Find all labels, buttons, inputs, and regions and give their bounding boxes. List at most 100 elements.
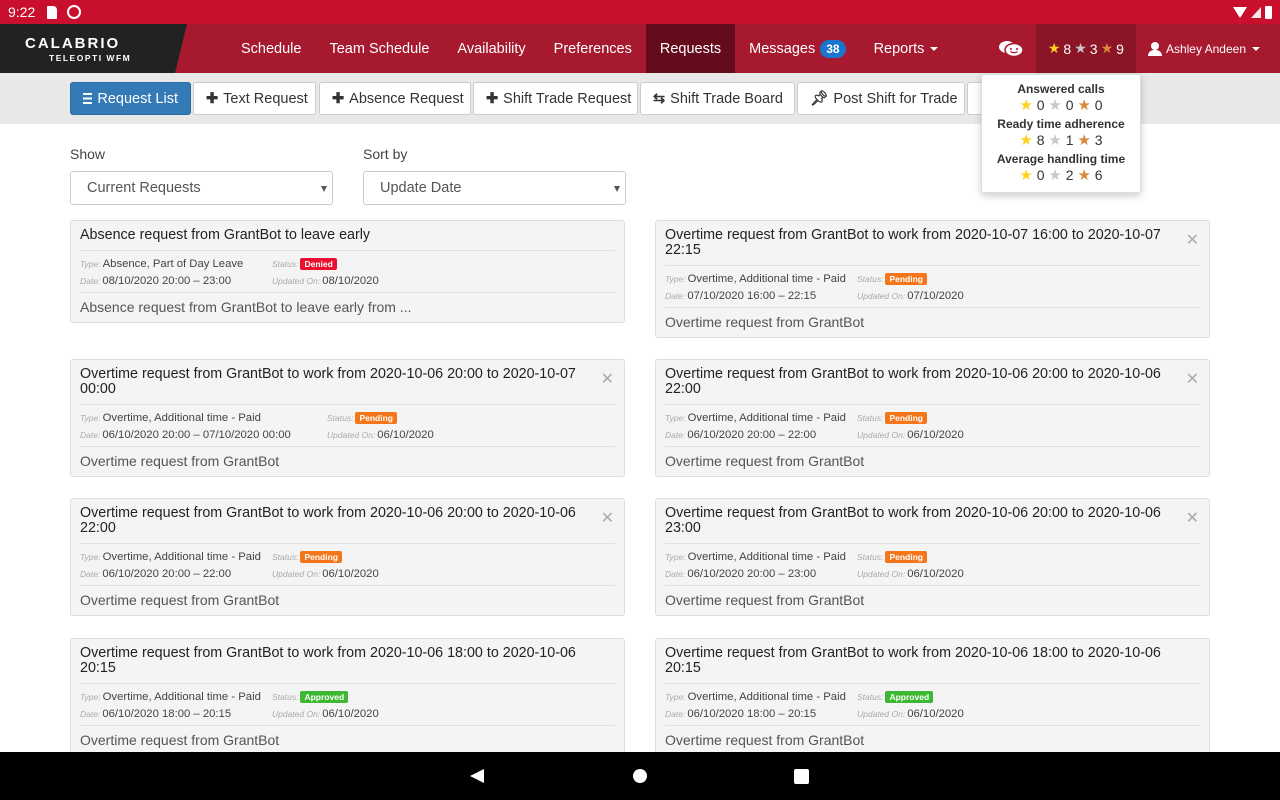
date-label: Date: [80, 568, 101, 579]
button-label: Post Shift for Trade [833, 90, 958, 107]
nav-reports[interactable]: Reports [860, 24, 953, 73]
popover-section-title: Average handling time [996, 152, 1126, 166]
close-icon[interactable]: ✕ [601, 369, 614, 389]
user-name: Ashley Andeen [1165, 41, 1246, 56]
request-meta: Type: Overtime, Additional time - Paid Sta… [665, 405, 1200, 447]
request-meta: Type: Overtime, Additional time - Paid Sta… [80, 544, 615, 586]
close-icon[interactable]: ✕ [601, 508, 614, 528]
button-label: Shift Trade Board [670, 90, 783, 107]
request-message: Overtime request from GrantBot [665, 592, 865, 608]
request-list-button[interactable]: Request List [70, 82, 191, 115]
nav-requests[interactable]: Requests [645, 24, 736, 73]
updated-on-label: Updated On: [272, 275, 321, 286]
nav-messages[interactable]: Messages 38 [735, 24, 859, 73]
request-card[interactable]: Overtime request from GrantBot to work f… [655, 498, 1210, 616]
brand-logo[interactable]: CALABRIO TELEOPTI WFM [0, 24, 187, 73]
home-icon[interactable] [633, 769, 647, 783]
nav-schedule[interactable]: Schedule [227, 24, 315, 73]
request-meta: Type: Absence, Part of Day Leave Status: De… [80, 251, 615, 293]
status-badge: Approved [885, 690, 934, 703]
recent-apps-icon[interactable] [794, 769, 809, 784]
android-navigation-bar [0, 752, 1280, 800]
shift-trade-board-button[interactable]: ⇆ Shift Trade Board [640, 82, 795, 115]
show-select[interactable]: Current Requests [70, 171, 333, 205]
plus-icon: ✚ [486, 90, 499, 107]
type-label: Type: [665, 412, 686, 423]
close-icon[interactable]: ✕ [1186, 369, 1199, 389]
date-label: Date: [80, 708, 101, 719]
nav-preferences[interactable]: Preferences [540, 24, 646, 73]
request-date: 06/10/2020 20:00 – 22:00 [687, 428, 817, 441]
request-card[interactable]: Overtime request from GrantBot to work f… [655, 638, 1210, 756]
close-icon[interactable]: ✕ [1186, 230, 1199, 250]
nav-links: Schedule Team Schedule Availability Pref… [227, 24, 952, 73]
date-label: Date: [80, 275, 101, 286]
updated-on-date: 06/10/2020 [907, 428, 964, 441]
gold-count: 0 [1036, 97, 1045, 113]
silver-count: 0 [1065, 97, 1074, 113]
request-message: Absence request from GrantBot to leave e… [80, 299, 412, 315]
request-date: 06/10/2020 20:00 – 07/10/2020 00:00 [102, 428, 291, 441]
status-label: Status: [857, 273, 884, 284]
button-label: Request List [97, 90, 178, 107]
status-badge: Pending [355, 411, 397, 424]
request-card[interactable]: Overtime request from GrantBot to work f… [655, 220, 1210, 338]
status-label: Status: [272, 551, 299, 562]
nav-team-schedule[interactable]: Team Schedule [315, 24, 443, 73]
nav-label: Preferences [553, 40, 632, 57]
request-card[interactable]: Absence request from GrantBot to leave e… [70, 220, 625, 323]
gold-star-icon: ★ [1019, 167, 1033, 184]
retweet-icon: ⇆ [653, 90, 666, 107]
request-type: Overtime, Additional time - Paid [687, 690, 846, 703]
shift-trade-request-button[interactable]: ✚ Shift Trade Request [473, 82, 638, 115]
sort-by-select[interactable]: Update Date [363, 171, 626, 205]
popover-section-title: Ready time adherence [997, 117, 1125, 131]
type-label: Type: [665, 273, 686, 284]
bronze-star-icon: ★ [1077, 167, 1091, 184]
request-card[interactable]: Overtime request from GrantBot to work f… [70, 498, 625, 616]
nav-label: Availability [457, 40, 526, 57]
absence-request-button[interactable]: ✚ Absence Request [319, 82, 471, 115]
date-label: Date: [665, 290, 686, 301]
back-icon[interactable] [470, 769, 484, 783]
silver-count: 1 [1065, 132, 1074, 148]
status-label: Status: [857, 551, 884, 562]
date-label: Date: [80, 429, 101, 440]
text-request-button[interactable]: ✚ Text Request [193, 82, 316, 115]
nav-availability[interactable]: Availability [443, 24, 539, 73]
sort-select-value: Update Date [380, 180, 462, 196]
status-label: Status: [857, 691, 884, 702]
type-label: Type: [665, 551, 686, 562]
user-menu[interactable]: Ashley Andeen [1136, 24, 1280, 73]
updated-on-label: Updated On: [857, 429, 906, 440]
nav-label: Reports [873, 40, 925, 57]
signal-icon [1251, 6, 1261, 18]
request-meta: Type: Overtime, Additional time - Paid Sta… [665, 684, 1200, 726]
status-label: Status: [272, 258, 299, 269]
request-card[interactable]: Overtime request from GrantBot to work f… [70, 359, 625, 477]
date-label: Date: [665, 568, 686, 579]
status-label: Status: [857, 412, 884, 423]
request-title: Overtime request from GrantBot to work f… [80, 646, 615, 684]
gold-star-icon: ★ [1019, 132, 1033, 149]
post-shift-for-trade-button[interactable]: 📌︎ Post Shift for Trade [797, 82, 965, 115]
bronze-star-icon: ★ [1077, 132, 1091, 149]
updated-on-label: Updated On: [327, 429, 376, 440]
battery-icon [1265, 5, 1272, 19]
button-label: Shift Trade Request [503, 90, 632, 107]
sync-icon [67, 5, 82, 19]
agent-badge-scores[interactable]: ★ 8 ★ 3 ★ 9 [1035, 24, 1136, 73]
request-message: Overtime request from GrantBot [80, 453, 280, 469]
request-card[interactable]: Overtime request from GrantBot to work f… [70, 638, 625, 756]
silver-star-icon: ★ [1048, 167, 1062, 184]
silver-star-icon: ★ [1074, 40, 1087, 56]
type-label: Type: [80, 412, 101, 423]
request-card[interactable]: Overtime request from GrantBot to work f… [655, 359, 1210, 477]
gold-star-icon: ★ [1019, 97, 1033, 114]
chat-icon[interactable] [998, 40, 1024, 57]
scores-popover: Answered calls ★ 0 ★ 0 ★ 0 Ready time ad… [981, 74, 1141, 193]
nav-label: Requests [659, 40, 722, 57]
bronze-count: 0 [1094, 97, 1103, 113]
sort-by-label: Sort by [363, 146, 408, 162]
close-icon[interactable]: ✕ [1186, 508, 1199, 528]
